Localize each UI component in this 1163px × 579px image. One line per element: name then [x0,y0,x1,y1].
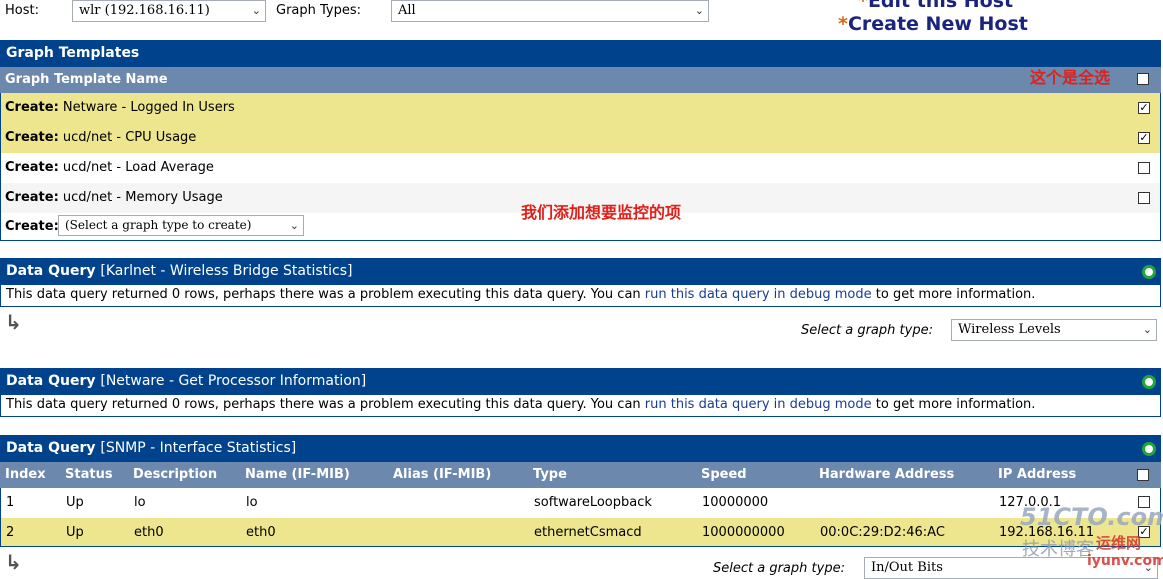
row-speed: 1000000000 [702,525,785,540]
row-description: lo [134,495,146,510]
select-all-checkbox[interactable] [1137,73,1149,85]
add-items-annotation: 我们添加想要监控的项 [521,203,682,222]
interface-column-header: Index Status Description Name (IF-MIB) A… [0,462,1161,488]
message-suffix: to get more information. [871,397,1036,412]
create-prefix: Create: [5,190,59,205]
status-ok-icon [1142,375,1156,389]
row-checkbox[interactable] [1138,192,1150,204]
row-name: lo [246,495,258,510]
create-prefix: Create: [5,100,59,115]
graph-type-select[interactable]: Wireless Levels ⌄ [951,319,1157,341]
template-name: ucd/net - Load Average [62,160,214,175]
col-description: Description [133,467,218,482]
host-label: Host: [5,3,39,18]
star-marker: * [858,0,868,12]
graph-templates-title: Graph Templates [0,40,1161,67]
graph-type-select-value: In/Out Bits [871,560,943,575]
create-graph-row: Create: (Select a graph type to create) … [0,203,1161,241]
select-all-checkbox[interactable] [1137,469,1149,481]
data-query-snmp-title: Data Query [SNMP - Interface Statistics] [0,435,1161,462]
chevron-down-icon: ⌄ [694,4,704,17]
message-text: This data query returned 0 rows, perhaps… [6,397,645,412]
graph-template-name-header: Graph Template Name [5,72,168,87]
graph-template-row[interactable]: Create: ucd/net - CPU Usage [0,123,1161,153]
create-prefix: Create: [5,219,59,234]
template-name: ucd/net - CPU Usage [62,130,197,145]
data-query-message: This data query returned 0 rows, perhaps… [0,395,1161,417]
graph-template-row[interactable]: Create: Netware - Logged In Users [0,93,1161,123]
chevron-down-icon: ⌄ [1142,323,1152,336]
select-graph-type-label: Select a graph type: [801,323,933,338]
data-query-message: This data query returned 0 rows, perhaps… [0,285,1161,307]
col-alias: Alias (IF-MIB) [393,467,492,482]
row-index: 1 [6,495,15,510]
data-query-label: Data Query [6,440,96,456]
interface-row[interactable]: 2 Up eth0 eth0 ethernetCsmacd 1000000000… [0,518,1161,547]
col-index: Index [5,467,46,482]
watermark-brand: 51CTO.com [1020,503,1163,531]
data-query-label: Data Query [6,373,96,389]
chevron-down-icon: ⌄ [289,219,299,232]
row-type: softwareLoopback [534,495,652,510]
host-select-value: wlr (192.168.16.11) [79,3,210,18]
row-status: Up [66,525,84,540]
select-graph-type-label: Select a graph type: [713,561,845,576]
graph-type-select-value: Wireless Levels [958,322,1061,337]
debug-mode-link[interactable]: run this data query in debug mode [645,397,872,412]
edit-host-label: Edit this Host [867,0,1014,12]
star-marker: * [838,13,848,35]
data-query-netware-title: Data Query [Netware - Get Processor Info… [0,368,1161,395]
col-name: Name (IF-MIB) [245,467,350,482]
row-checkbox[interactable] [1138,132,1150,144]
row-checkbox[interactable] [1138,102,1150,114]
watermark-sub: 技术博客 [1022,539,1094,560]
corner-arrow-icon: ↳ [5,310,22,334]
corner-arrow-icon: ↳ [5,550,22,574]
select-all-annotation: 这个是全选 [1030,68,1111,87]
graph-template-row[interactable]: Create: ucd/net - Load Average [0,153,1161,183]
edit-host-link[interactable]: *Edit this Host [858,0,1013,12]
graph-types-select-value: All [398,3,416,18]
row-checkbox[interactable] [1138,162,1150,174]
watermark-url: iyunv.com [1087,553,1163,569]
data-query-label: Data Query [6,263,96,279]
message-text: This data query returned 0 rows, perhaps… [6,287,645,302]
col-type: Type [533,467,567,482]
data-query-name: [SNMP - Interface Statistics] [100,440,297,456]
data-query-karlnet-title: Data Query [Karlnet - Wireless Bridge St… [0,258,1161,285]
host-select[interactable]: wlr (192.168.16.11) ⌄ [72,0,266,22]
data-query-name: [Karlnet - Wireless Bridge Statistics] [100,263,353,279]
create-host-link[interactable]: *Create New Host [838,13,1028,35]
row-description: eth0 [134,525,164,540]
interface-row[interactable]: 1 Up lo lo softwareLoopback 10000000 127… [0,488,1161,518]
create-graph-select[interactable]: (Select a graph type to create) ⌄ [58,215,304,236]
col-status: Status [65,467,113,482]
create-prefix: Create: [5,130,59,145]
graph-types-label: Graph Types: [276,3,362,18]
col-ip-address: IP Address [998,467,1077,482]
status-ok-icon [1142,442,1156,456]
create-host-label: Create New Host [847,13,1028,35]
watermark-sub2: 运维网 [1096,534,1142,552]
graph-template-column-header: Graph Template Name 这个是全选 [0,67,1161,93]
create-prefix: Create: [5,160,59,175]
row-hardware-address: 00:0C:29:D2:46:AC [820,525,945,540]
template-name: Netware - Logged In Users [62,100,235,115]
message-suffix: to get more information. [871,287,1036,302]
status-ok-icon [1142,265,1156,279]
chevron-down-icon: ⌄ [251,4,261,17]
row-name: eth0 [246,525,276,540]
data-query-name: [Netware - Get Processor Information] [100,373,367,389]
row-speed: 10000000 [702,495,769,510]
col-speed: Speed [701,467,747,482]
row-type: ethernetCsmacd [534,525,642,540]
create-graph-select-value: (Select a graph type to create) [65,218,252,232]
row-status: Up [66,495,84,510]
row-index: 2 [6,525,15,540]
debug-mode-link[interactable]: run this data query in debug mode [645,287,872,302]
graph-types-select[interactable]: All ⌄ [391,0,709,22]
col-hardware-address: Hardware Address [819,467,955,482]
template-name: ucd/net - Memory Usage [62,190,223,205]
